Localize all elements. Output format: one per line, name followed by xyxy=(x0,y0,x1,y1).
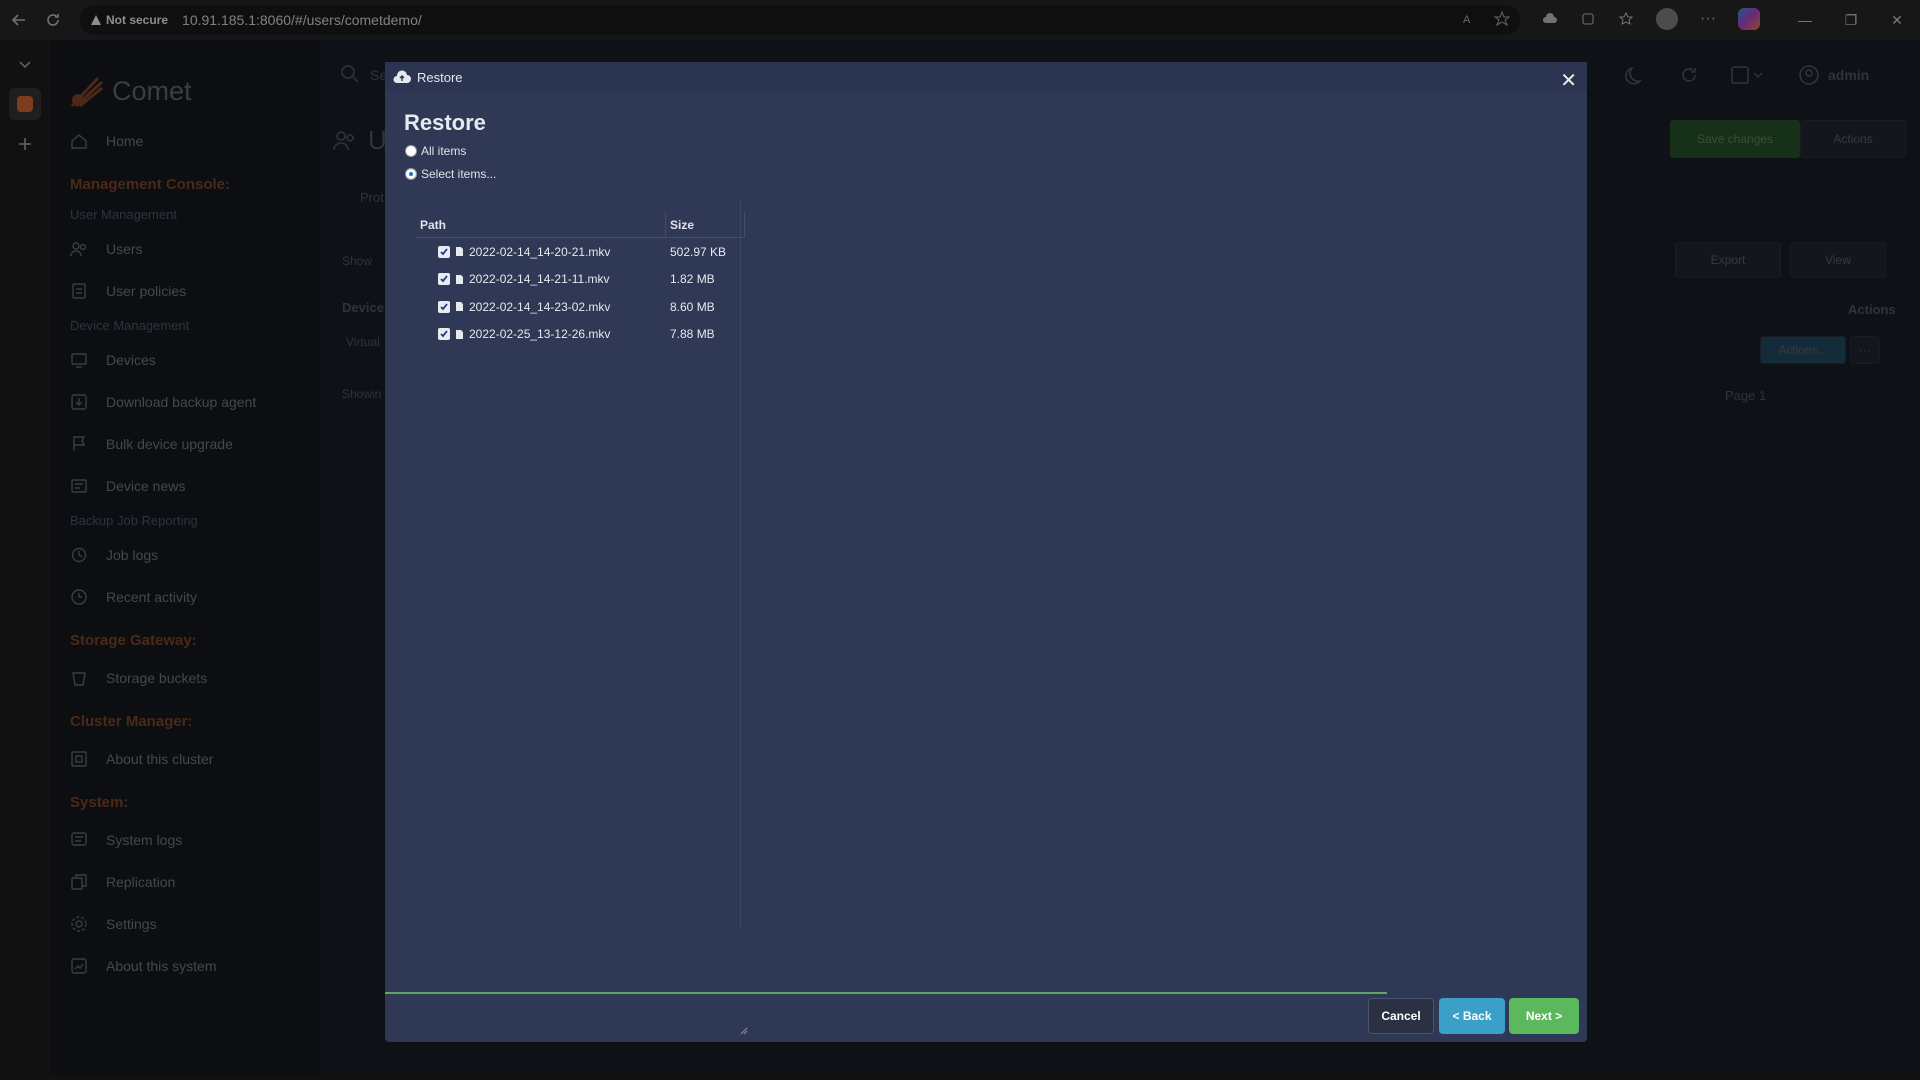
file-icon xyxy=(455,329,464,340)
radio-all-items[interactable]: All items xyxy=(405,144,466,158)
file-size: 7.88 MB xyxy=(670,327,715,342)
file-size: 1.82 MB xyxy=(670,272,715,287)
file-icon xyxy=(455,246,464,257)
radio-select-items[interactable]: Select items... xyxy=(405,167,496,181)
file-path: 2022-02-25_13-12-26.mkv xyxy=(469,327,611,342)
column-header-size[interactable]: Size xyxy=(666,211,745,238)
column-header-path[interactable]: Path xyxy=(416,211,666,238)
table-row[interactable]: 2022-02-14_14-20-21.mkv 502.97 KB xyxy=(416,238,745,266)
back-button[interactable]: < Back xyxy=(1439,998,1505,1034)
file-size: 8.60 MB xyxy=(670,299,715,314)
checkbox-checked[interactable] xyxy=(438,245,450,258)
file-icon xyxy=(455,274,464,285)
file-icon xyxy=(455,301,464,312)
wizard-progress-bar xyxy=(385,992,1387,994)
radio-button-selected[interactable] xyxy=(405,168,417,180)
table-row[interactable]: 2022-02-25_13-12-26.mkv 7.88 MB xyxy=(416,321,745,349)
resize-handle-icon[interactable] xyxy=(740,1027,748,1035)
restore-dialog: Restore ✕ Restore All items Select items… xyxy=(385,62,1587,1042)
radio-label: Select items... xyxy=(421,167,497,181)
file-tree-panel: Path Size 2022-02-14_14-20-21.mkv 502.97… xyxy=(404,200,745,928)
table-row[interactable]: 2022-02-14_14-23-02.mkv 8.60 MB xyxy=(416,293,745,321)
file-path: 2022-02-14_14-21-11.mkv xyxy=(469,272,610,287)
table-header: Path Size xyxy=(416,211,745,238)
close-icon[interactable]: ✕ xyxy=(1560,68,1577,93)
dialog-header-title: Restore xyxy=(417,69,463,85)
checkbox-checked[interactable] xyxy=(438,273,450,286)
dialog-header: Restore ✕ xyxy=(385,62,1587,92)
checkbox-checked[interactable] xyxy=(438,300,450,313)
radio-label: All items xyxy=(421,144,467,158)
checkbox-checked[interactable] xyxy=(438,328,450,341)
cloud-upload-icon xyxy=(393,70,411,83)
next-button[interactable]: Next > xyxy=(1509,998,1579,1034)
dialog-title: Restore xyxy=(404,110,486,135)
file-path: 2022-02-14_14-23-02.mkv xyxy=(469,299,611,314)
file-table: Path Size 2022-02-14_14-20-21.mkv 502.97… xyxy=(416,211,745,349)
radio-button[interactable] xyxy=(405,145,417,157)
file-path: 2022-02-14_14-20-21.mkv xyxy=(469,244,611,259)
file-size: 502.97 KB xyxy=(670,244,727,259)
cancel-button[interactable]: Cancel xyxy=(1368,998,1434,1034)
table-row[interactable]: 2022-02-14_14-21-11.mkv 1.82 MB xyxy=(416,266,745,294)
